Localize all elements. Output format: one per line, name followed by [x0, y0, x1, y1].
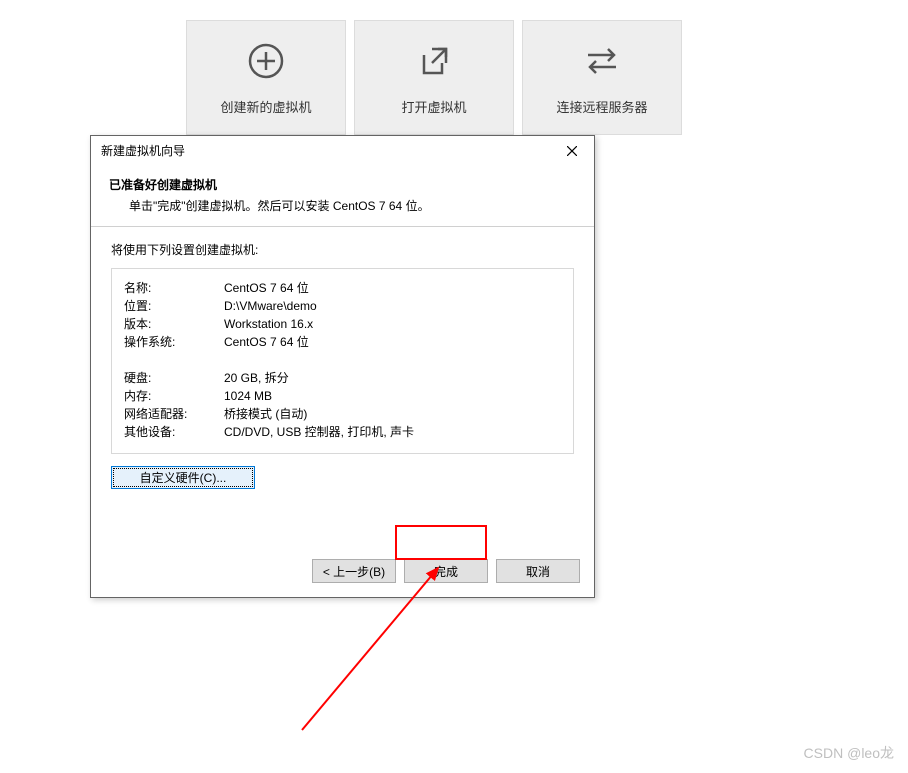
dialog-footer: < 上一步(B) 完成 取消 — [91, 549, 594, 597]
label: 位置: — [124, 297, 224, 315]
value: CentOS 7 64 位 — [224, 279, 561, 297]
value: 20 GB, 拆分 — [224, 369, 561, 387]
customize-hardware-button[interactable]: 自定义硬件(C)... — [111, 466, 255, 489]
value: Workstation 16.x — [224, 315, 561, 333]
value: 桥接模式 (自动) — [224, 405, 561, 423]
open-external-icon — [412, 39, 456, 83]
tile-label: 创建新的虚拟机 — [220, 97, 311, 116]
dialog-title: 新建虚拟机向导 — [101, 142, 185, 159]
row-other: 其他设备: CD/DVD, USB 控制器, 打印机, 声卡 — [124, 423, 561, 441]
label: 内存: — [124, 387, 224, 405]
new-vm-wizard-dialog: 新建虚拟机向导 已准备好创建虚拟机 单击"完成"创建虚拟机。然后可以安装 Cen… — [90, 135, 595, 598]
value: CentOS 7 64 位 — [224, 333, 561, 351]
tile-create-vm[interactable]: 创建新的虚拟机 — [186, 20, 346, 135]
dialog-titlebar[interactable]: 新建虚拟机向导 — [91, 136, 594, 166]
label: 硬盘: — [124, 369, 224, 387]
settings-box: 名称: CentOS 7 64 位 位置: D:\VMware\demo 版本:… — [111, 268, 574, 454]
tile-open-vm[interactable]: 打开虚拟机 — [354, 20, 514, 135]
tile-label: 打开虚拟机 — [401, 97, 466, 116]
value: D:\VMware\demo — [224, 297, 561, 315]
dialog-heading: 已准备好创建虚拟机 — [109, 176, 566, 193]
label: 其他设备: — [124, 423, 224, 441]
label: 版本: — [124, 315, 224, 333]
dialog-body: 将使用下列设置创建虚拟机: 名称: CentOS 7 64 位 位置: D:\V… — [91, 227, 594, 499]
label: 名称: — [124, 279, 224, 297]
tile-label: 连接远程服务器 — [556, 97, 647, 116]
row-disk: 硬盘: 20 GB, 拆分 — [124, 369, 561, 387]
back-button[interactable]: < 上一步(B) — [312, 559, 396, 583]
dialog-subtext: 单击"完成"创建虚拟机。然后可以安装 CentOS 7 64 位。 — [109, 197, 566, 214]
value: CD/DVD, USB 控制器, 打印机, 声卡 — [224, 423, 561, 441]
transfer-icon — [580, 39, 624, 83]
row-os: 操作系统: CentOS 7 64 位 — [124, 333, 561, 351]
watermark: CSDN @leo龙 — [804, 743, 894, 763]
cancel-button[interactable]: 取消 — [496, 559, 580, 583]
label: 网络适配器: — [124, 405, 224, 423]
plus-circle-icon — [244, 39, 288, 83]
row-location: 位置: D:\VMware\demo — [124, 297, 561, 315]
value: 1024 MB — [224, 387, 561, 405]
home-tiles: 创建新的虚拟机 打开虚拟机 连接远程服务器 — [186, 20, 682, 135]
tile-connect-remote[interactable]: 连接远程服务器 — [522, 20, 682, 135]
finish-button[interactable]: 完成 — [404, 559, 488, 583]
row-memory: 内存: 1024 MB — [124, 387, 561, 405]
close-icon[interactable] — [556, 139, 588, 163]
row-version: 版本: Workstation 16.x — [124, 315, 561, 333]
label: 操作系统: — [124, 333, 224, 351]
body-lead: 将使用下列设置创建虚拟机: — [111, 241, 574, 258]
row-network: 网络适配器: 桥接模式 (自动) — [124, 405, 561, 423]
dialog-header: 已准备好创建虚拟机 单击"完成"创建虚拟机。然后可以安装 CentOS 7 64… — [91, 166, 594, 226]
row-name: 名称: CentOS 7 64 位 — [124, 279, 561, 297]
